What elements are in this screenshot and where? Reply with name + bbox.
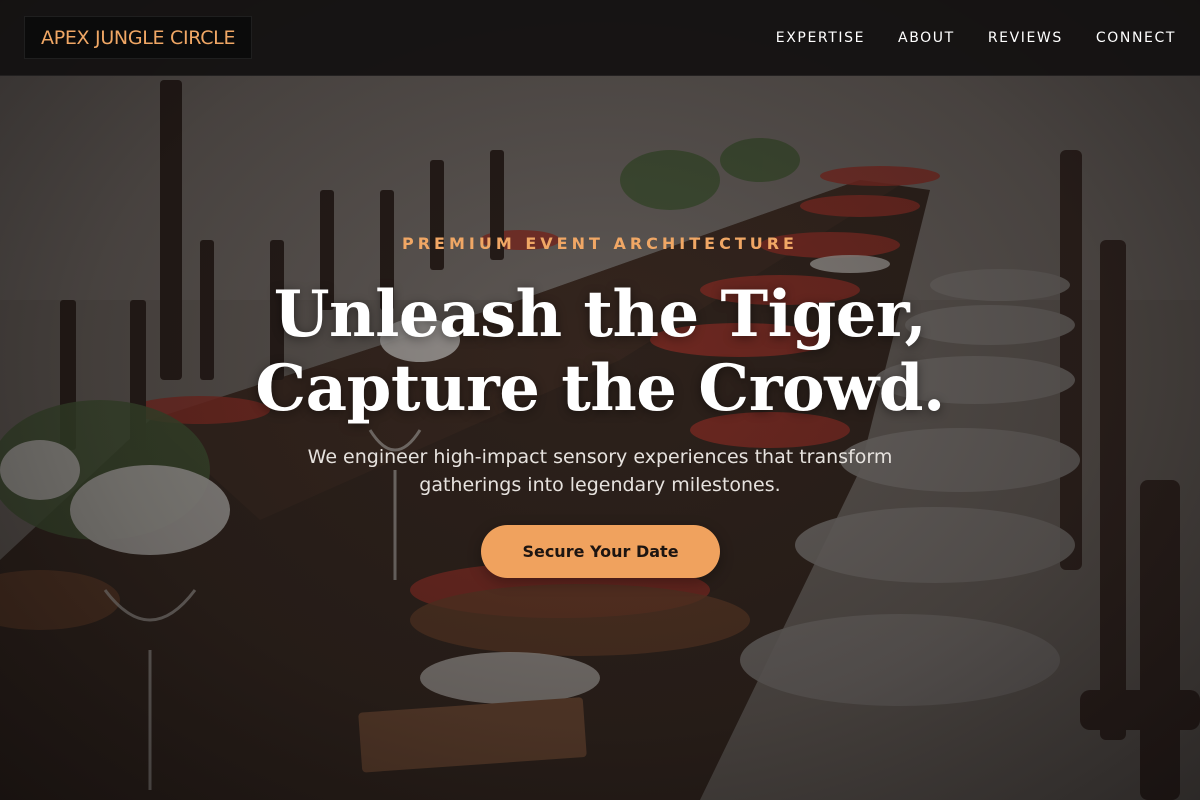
hero-headline: Unleash the Tiger, Capture the Crowd. <box>0 278 1200 426</box>
nav-link-expertise[interactable]: EXPERTISE <box>776 30 865 46</box>
hero-eyebrow: PREMIUM EVENT ARCHITECTURE <box>402 234 798 253</box>
hero-subtext-line-1: We engineer high-impact sensory experien… <box>307 446 893 468</box>
nav-menu: EXPERTISE ABOUT REVIEWS CONNECT <box>776 0 1176 76</box>
brand-name: APEX JUNGLE CIRCLE <box>41 26 236 49</box>
brand-logo[interactable]: APEX JUNGLE CIRCLE <box>24 16 253 59</box>
hero-headline-line-1: Unleash the Tiger, <box>273 277 927 352</box>
hero-headline-line-2: Capture the Crowd. <box>255 351 945 426</box>
nav-link-reviews[interactable]: REVIEWS <box>988 30 1063 46</box>
secure-date-button[interactable]: Secure Your Date <box>481 525 720 578</box>
hero-subtext: We engineer high-impact sensory experien… <box>0 443 1200 499</box>
top-navigation: APEX JUNGLE CIRCLE EXPERTISE ABOUT REVIE… <box>0 0 1200 76</box>
nav-link-about[interactable]: ABOUT <box>898 30 955 46</box>
nav-link-connect[interactable]: CONNECT <box>1096 30 1176 46</box>
hero-subtext-line-2: gatherings into legendary milestones. <box>419 474 781 496</box>
